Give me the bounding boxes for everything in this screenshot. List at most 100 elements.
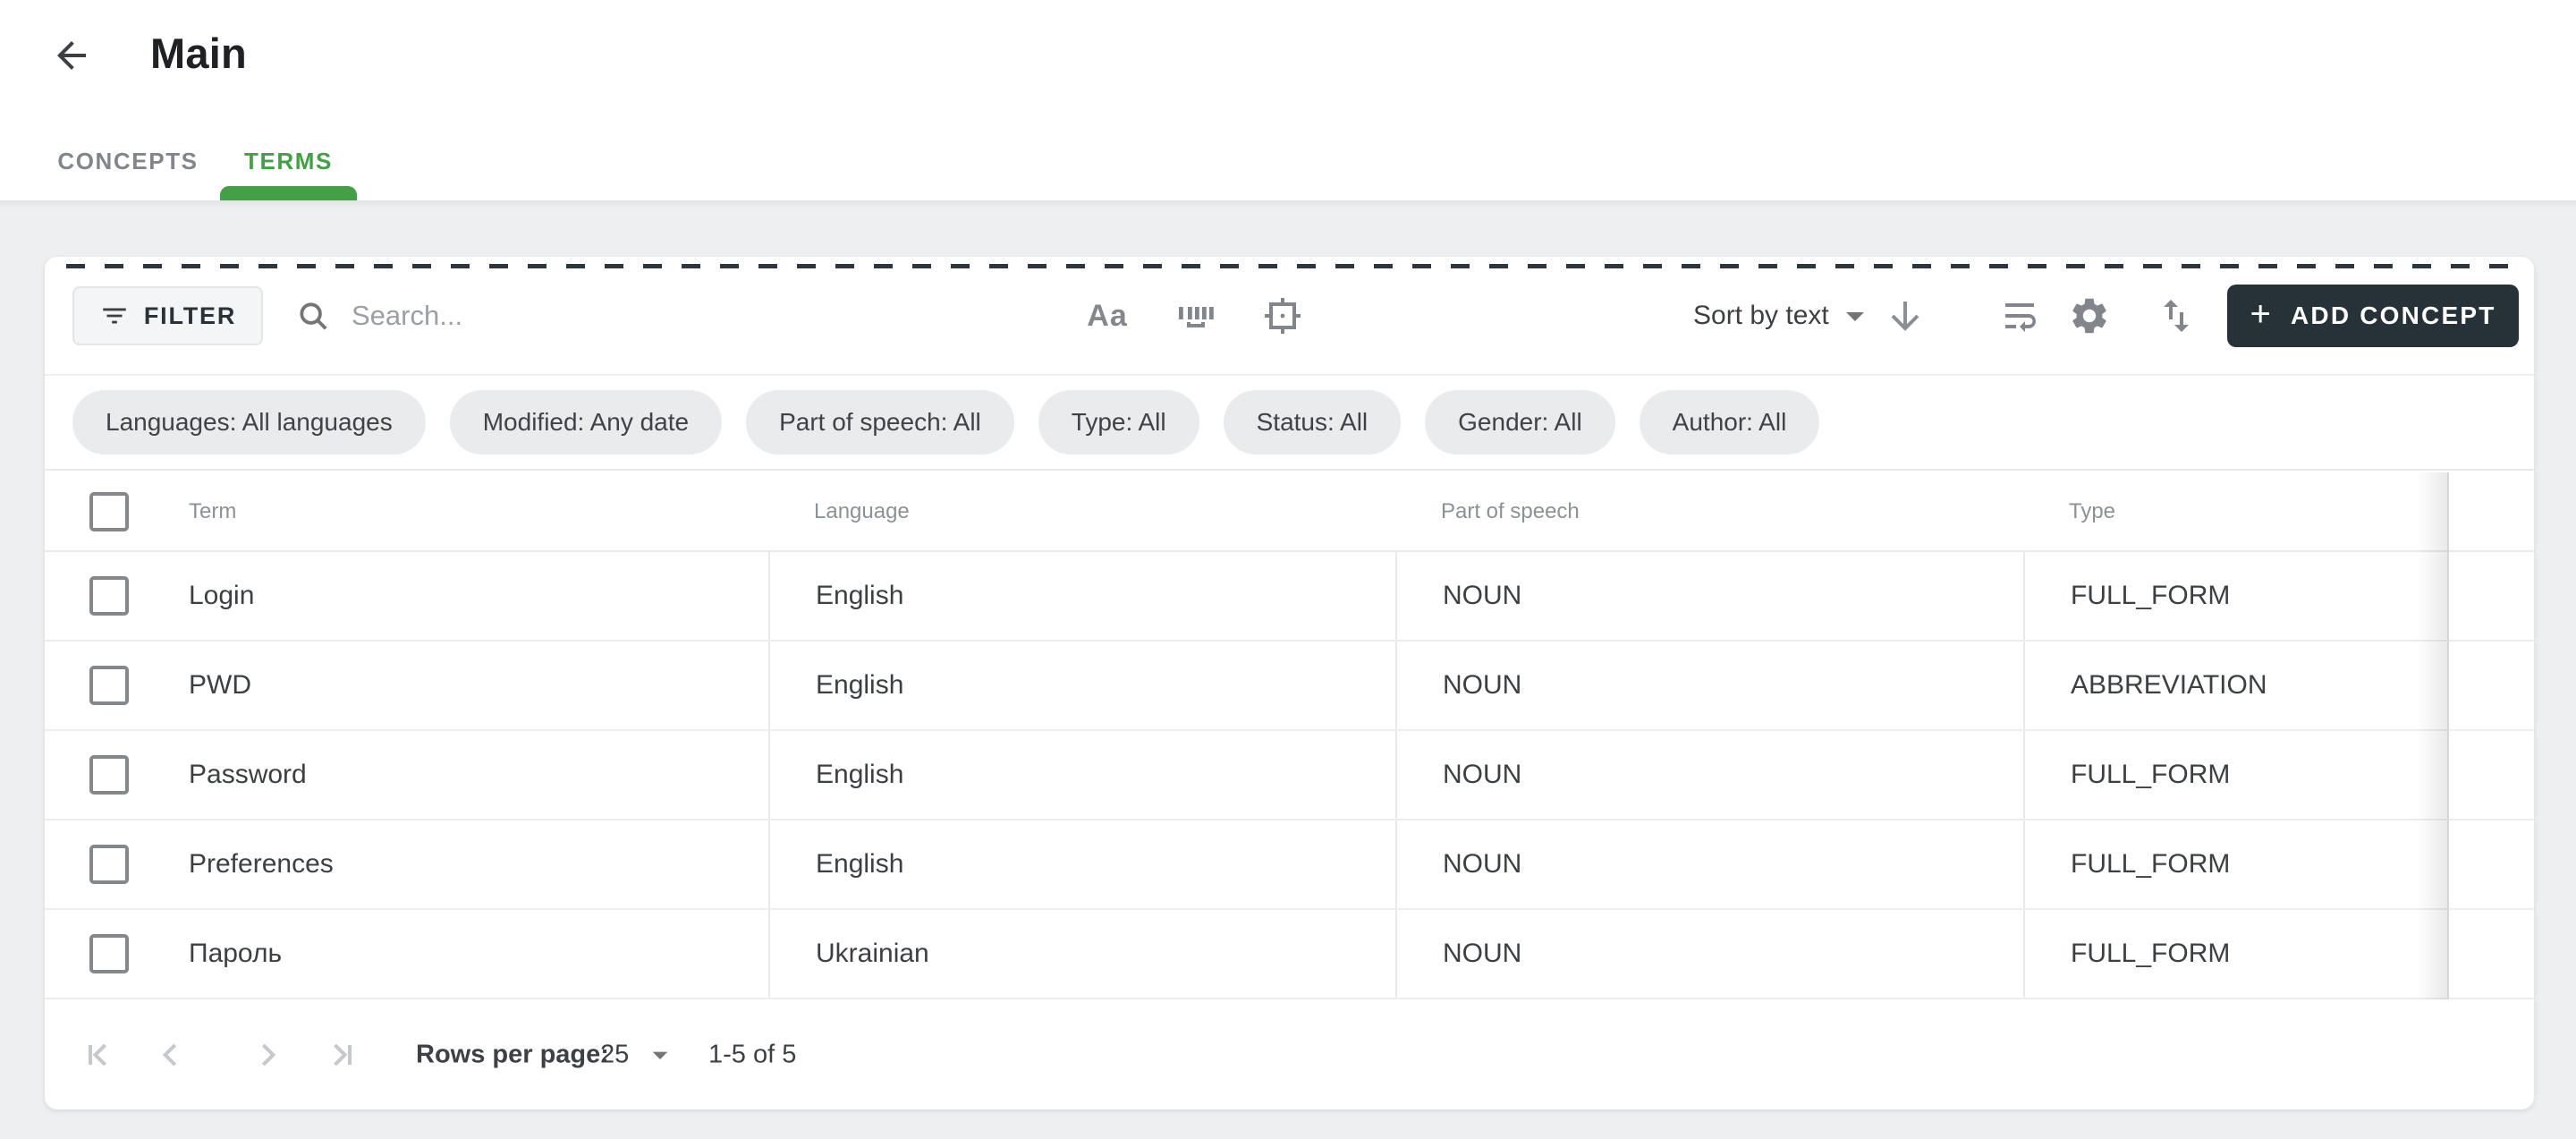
import-export-icon[interactable] <box>2155 294 2198 337</box>
pinned-empty-cell <box>2447 731 2534 819</box>
row-checkbox-cell <box>45 642 143 729</box>
term-cell: Login <box>143 552 768 640</box>
rows-per-page-label: Rows per page: <box>416 1040 609 1069</box>
filter-button-label: FILTER <box>144 302 236 330</box>
type-cell: ABBREVIATION <box>2023 642 2447 729</box>
toolbar: FILTER Aa <box>45 257 2534 376</box>
pinned-empty-cell <box>2447 552 2534 640</box>
plus-icon: + <box>2250 296 2273 332</box>
language-cell: Ukrainian <box>768 910 1395 998</box>
language-cell: English <box>768 731 1395 819</box>
wrap-text-icon[interactable] <box>1998 294 2041 337</box>
last-page-icon[interactable] <box>320 1035 360 1075</box>
gear-glyph <box>2068 294 2111 337</box>
select-region-icon[interactable] <box>1261 294 1304 337</box>
sort-by-select[interactable]: Sort by text <box>1693 257 1829 374</box>
previous-page-icon[interactable] <box>152 1035 191 1075</box>
term-cell: Пароль <box>143 910 768 998</box>
part-of-speech-cell: NOUN <box>1395 820 2023 908</box>
table-row[interactable]: PWDEnglishNOUNABBREVIATION <box>45 642 2534 731</box>
filter-chip[interactable]: Status: All <box>1224 390 1402 455</box>
filter-chip[interactable]: Type: All <box>1038 390 1199 455</box>
whole-word-icon[interactable] <box>1174 294 1216 337</box>
row-checkbox[interactable] <box>89 934 129 973</box>
table-row[interactable]: PasswordEnglishNOUNFULL_FORM <box>45 731 2534 820</box>
page-title: Main <box>150 29 247 78</box>
caret-down-glyph <box>1834 294 1877 337</box>
search-input[interactable] <box>350 299 854 333</box>
reticle-glyph <box>1261 294 1304 337</box>
row-checkbox-cell <box>45 731 143 819</box>
filter-chip[interactable]: Gender: All <box>1425 390 1615 455</box>
next-page-icon[interactable] <box>247 1035 286 1075</box>
dashed-top-border <box>66 264 2512 268</box>
add-concept-label: ADD CONCEPT <box>2291 302 2496 330</box>
search-box <box>296 286 854 345</box>
row-checkbox-cell <box>45 910 143 998</box>
terms-card: FILTER Aa <box>45 257 2534 1109</box>
column-header-language[interactable]: Language <box>768 472 1395 550</box>
row-checkbox[interactable] <box>89 845 129 884</box>
row-checkbox-cell <box>45 820 143 908</box>
active-tab-indicator <box>220 186 357 200</box>
filter-chip[interactable]: Languages: All languages <box>72 390 426 455</box>
part-of-speech-cell: NOUN <box>1395 642 2023 729</box>
settings-gear-icon[interactable] <box>2068 294 2111 337</box>
add-concept-button[interactable]: + ADD CONCEPT <box>2227 285 2519 347</box>
back-button[interactable] <box>50 34 93 77</box>
filter-chip[interactable]: Author: All <box>1640 390 1820 455</box>
sort-by-caret-icon[interactable] <box>1834 294 1877 337</box>
filter-list-icon <box>99 301 130 331</box>
table-body: LoginEnglishNOUNFULL_FORMPWDEnglishNOUNA… <box>45 552 2534 999</box>
tab-terms[interactable]: TERMS <box>220 141 357 181</box>
rows-per-page-value[interactable]: 25 <box>600 1040 629 1069</box>
language-cell: English <box>768 552 1395 640</box>
match-case-icon[interactable]: Aa <box>1086 294 1129 337</box>
pinned-header-cell <box>2447 472 2534 550</box>
import-export-glyph <box>2155 294 2198 337</box>
select-all-cell <box>45 472 143 550</box>
table-header-row: Term Language Part of speech Type <box>45 472 2534 552</box>
part-of-speech-cell: NOUN <box>1395 731 2023 819</box>
page-range-text: 1-5 of 5 <box>708 1040 796 1069</box>
type-cell: FULL_FORM <box>2023 910 2447 998</box>
column-header-part-of-speech[interactable]: Part of speech <box>1395 472 2023 550</box>
row-checkbox[interactable] <box>89 755 129 795</box>
filter-button[interactable]: FILTER <box>72 286 263 345</box>
row-checkbox[interactable] <box>89 576 129 616</box>
language-cell: English <box>768 642 1395 729</box>
select-all-checkbox[interactable] <box>89 492 129 531</box>
part-of-speech-cell: NOUN <box>1395 552 2023 640</box>
rows-per-page-caret-icon[interactable] <box>642 1037 678 1073</box>
type-cell: FULL_FORM <box>2023 552 2447 640</box>
term-cell: Password <box>143 731 768 819</box>
term-cell: PWD <box>143 642 768 729</box>
table-row[interactable]: ПарольUkrainianNOUNFULL_FORM <box>45 910 2534 999</box>
content-area: FILTER Aa <box>0 200 2576 1139</box>
filter-chip[interactable]: Modified: Any date <box>450 390 722 455</box>
table-row[interactable]: PreferencesEnglishNOUNFULL_FORM <box>45 820 2534 910</box>
type-cell: FULL_FORM <box>2023 820 2447 908</box>
part-of-speech-cell: NOUN <box>1395 910 2023 998</box>
arrow-down-glyph <box>1884 294 1927 337</box>
row-checkbox-cell <box>45 552 143 640</box>
filter-chip[interactable]: Part of speech: All <box>746 390 1014 455</box>
whole-word-glyph <box>1174 294 1216 337</box>
table-row[interactable]: LoginEnglishNOUNFULL_FORM <box>45 552 2534 642</box>
filter-chips-row: Languages: All languages Modified: Any da… <box>45 376 2534 471</box>
row-checkbox[interactable] <box>89 666 129 705</box>
tab-concepts[interactable]: CONCEPTS <box>56 141 199 181</box>
pinned-empty-cell <box>2447 642 2534 729</box>
column-header-term[interactable]: Term <box>143 472 768 550</box>
type-cell: FULL_FORM <box>2023 731 2447 819</box>
pinned-empty-cell <box>2447 910 2534 998</box>
term-cell: Preferences <box>143 820 768 908</box>
language-cell: English <box>768 820 1395 908</box>
sort-direction-icon[interactable] <box>1884 294 1927 337</box>
wrap-text-glyph <box>1998 294 2041 337</box>
arrow-left-icon <box>50 34 93 77</box>
first-page-icon[interactable] <box>80 1035 120 1075</box>
pagination-bar: Rows per page: 25 1-5 of 5 <box>45 999 2534 1109</box>
search-icon <box>296 299 330 333</box>
column-header-type[interactable]: Type <box>2023 472 2447 550</box>
